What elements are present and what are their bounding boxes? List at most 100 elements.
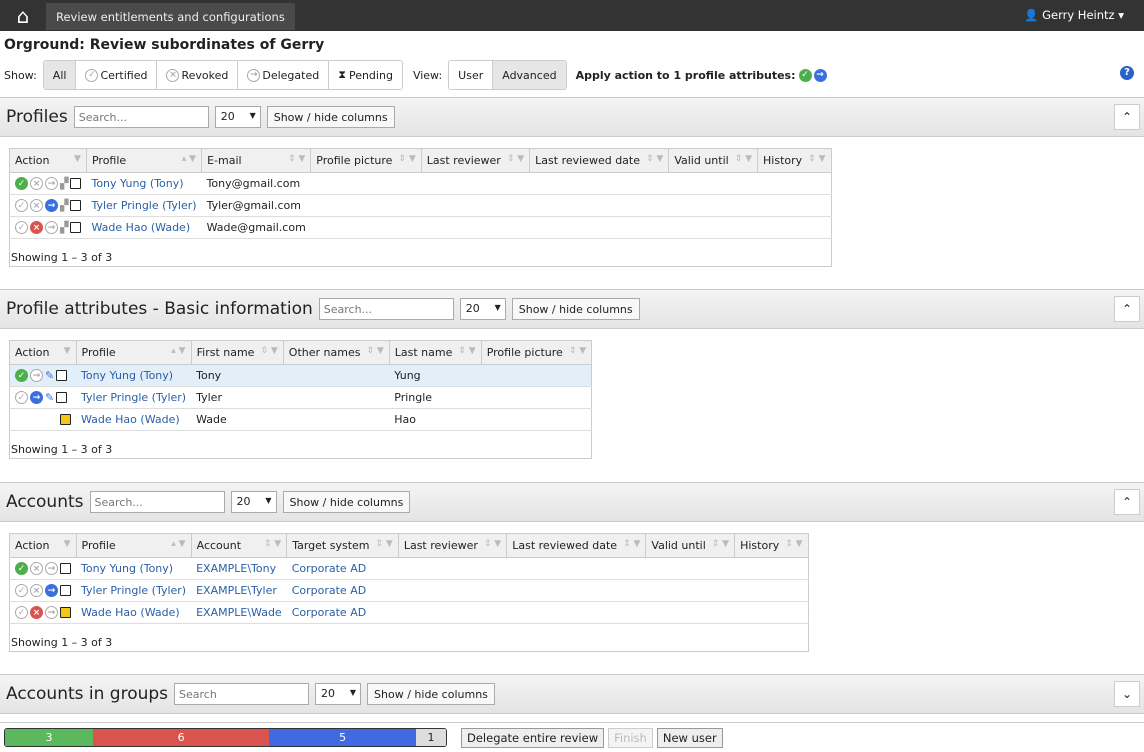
page-size-select[interactable]: 20	[231, 491, 277, 513]
link[interactable]: EXAMPLE\Tyler	[196, 584, 277, 597]
sort-filter-icon[interactable]: ⇕ ▼	[569, 346, 586, 356]
delegate-icon[interactable]: →	[45, 221, 58, 234]
delegate-all-icon[interactable]: →	[814, 69, 827, 82]
column-other-names[interactable]: Other names⇕ ▼	[283, 341, 389, 365]
delegate-icon[interactable]: →	[45, 177, 58, 190]
note-icon[interactable]	[70, 200, 81, 211]
sort-filter-icon[interactable]: ▼	[64, 346, 71, 356]
finish-button[interactable]: Finish	[608, 728, 653, 748]
table-row[interactable]: ✓×→Tyler Pringle (Tyler)EXAMPLE\TylerCor…	[10, 580, 809, 602]
search-input[interactable]: Search...	[319, 298, 454, 320]
sort-filter-icon[interactable]: ⇕ ▼	[507, 154, 524, 164]
cell-profile[interactable]: Wade Hao (Wade)	[76, 409, 191, 431]
filter-delegated[interactable]: →Delegated	[238, 61, 329, 89]
certify-icon[interactable]: ✓	[15, 391, 28, 404]
nav-tab-review[interactable]: Review entitlements and configurations	[46, 3, 295, 30]
sort-filter-icon[interactable]: ⇕ ▼	[376, 539, 393, 549]
show-hide-columns-button[interactable]: Show / hide columns	[367, 683, 495, 705]
column-valid-until[interactable]: Valid until⇕ ▼	[646, 534, 735, 558]
table-row[interactable]: ✓×→▞Tyler Pringle (Tyler)Tyler@gmail.com	[10, 195, 832, 217]
revoke-icon[interactable]: ×	[30, 177, 43, 190]
table-row[interactable]: ✓×→▞Tony Yung (Tony)Tony@gmail.com	[10, 173, 832, 195]
note-icon[interactable]	[60, 414, 71, 425]
revoke-icon[interactable]: ×	[30, 562, 43, 575]
sort-filter-icon[interactable]: ▴ ▼	[171, 539, 185, 549]
certify-icon[interactable]: ✓	[15, 562, 28, 575]
cell-profile[interactable]: Tony Yung (Tony)	[76, 558, 191, 580]
edit-icon[interactable]: ✎	[45, 369, 54, 382]
page-size-select[interactable]: 20	[315, 683, 361, 705]
column-history[interactable]: History⇕ ▼	[758, 149, 831, 173]
filter-pending[interactable]: ⧗Pending	[329, 61, 402, 89]
table-row[interactable]: ✓→✎Tyler Pringle (Tyler)TylerPringle	[10, 387, 592, 409]
column-account[interactable]: Account⇕ ▼	[191, 534, 287, 558]
page-size-select[interactable]: 20	[460, 298, 506, 320]
column-target-system[interactable]: Target system⇕ ▼	[287, 534, 399, 558]
link[interactable]: EXAMPLE\Tony	[196, 562, 276, 575]
search-input[interactable]: Search...	[74, 106, 209, 128]
link[interactable]: Corporate AD	[292, 606, 366, 619]
link[interactable]: Tony Yung (Tony)	[91, 177, 183, 190]
search-input[interactable]: Search...	[90, 491, 225, 513]
sort-filter-icon[interactable]: ⇕ ▼	[264, 539, 281, 549]
sort-filter-icon[interactable]: ⇕ ▼	[808, 154, 825, 164]
column-last-reviewer[interactable]: Last reviewer⇕ ▼	[398, 534, 506, 558]
page-size-select[interactable]: 20	[215, 106, 261, 128]
table-row[interactable]: ✓×→Wade Hao (Wade)EXAMPLE\WadeCorporate …	[10, 602, 809, 624]
column-last-reviewer[interactable]: Last reviewer⇕ ▼	[421, 149, 529, 173]
cell-profile[interactable]: Tyler Pringle (Tyler)	[76, 387, 191, 409]
sort-filter-icon[interactable]: ▼	[74, 154, 81, 164]
certify-icon[interactable]: ✓	[15, 584, 28, 597]
link[interactable]: Wade Hao (Wade)	[81, 606, 180, 619]
cell-profile[interactable]: Tyler Pringle (Tyler)	[86, 195, 201, 217]
edit-icon[interactable]: ✎	[45, 391, 54, 404]
link[interactable]: Corporate AD	[292, 584, 366, 597]
collapse-button[interactable]: ⌃	[1114, 104, 1140, 130]
column-last-reviewed-date[interactable]: Last reviewed date⇕ ▼	[507, 534, 646, 558]
sort-filter-icon[interactable]: ⇕ ▼	[623, 539, 640, 549]
cell-target-system[interactable]: Corporate AD	[287, 602, 399, 624]
filter-certified[interactable]: ✓Certified	[76, 61, 157, 89]
column-e-mail[interactable]: E-mail⇕ ▼	[202, 149, 311, 173]
delegate-icon[interactable]: →	[45, 606, 58, 619]
column-history[interactable]: History⇕ ▼	[735, 534, 808, 558]
cell-account[interactable]: EXAMPLE\Wade	[191, 602, 287, 624]
column-profile-picture[interactable]: Profile picture⇕ ▼	[481, 341, 591, 365]
column-profile[interactable]: Profile▴ ▼	[76, 341, 191, 365]
user-menu[interactable]: 👤 Gerry Heintz ▾	[1024, 8, 1124, 22]
note-icon[interactable]	[60, 563, 71, 574]
link[interactable]: Tony Yung (Tony)	[81, 562, 173, 575]
table-row[interactable]: ✓×→▞Wade Hao (Wade)Wade@gmail.com	[10, 217, 832, 239]
delegate-icon[interactable]: →	[45, 199, 58, 212]
delegate-review-button[interactable]: Delegate entire review	[461, 728, 604, 748]
column-last-name[interactable]: Last name⇕ ▼	[389, 341, 481, 365]
cell-profile[interactable]: Tyler Pringle (Tyler)	[76, 580, 191, 602]
delegate-icon[interactable]: →	[30, 369, 43, 382]
view-advanced[interactable]: Advanced	[493, 61, 565, 89]
cell-profile[interactable]: Tony Yung (Tony)	[86, 173, 201, 195]
note-icon[interactable]	[56, 392, 67, 403]
certify-icon[interactable]: ✓	[15, 177, 28, 190]
delegate-icon[interactable]: →	[45, 562, 58, 575]
cell-target-system[interactable]: Corporate AD	[287, 558, 399, 580]
revoke-icon[interactable]: ×	[30, 584, 43, 597]
hierarchy-icon[interactable]: ▞	[60, 177, 68, 190]
sort-filter-icon[interactable]: ⇕ ▼	[458, 346, 475, 356]
sort-filter-icon[interactable]: ⇕ ▼	[646, 154, 663, 164]
link[interactable]: Wade Hao (Wade)	[81, 413, 180, 426]
revoke-icon[interactable]: ×	[30, 221, 43, 234]
column-action[interactable]: Action ▼	[10, 341, 77, 365]
revoke-icon[interactable]: ×	[30, 606, 43, 619]
cell-profile[interactable]: Tony Yung (Tony)	[76, 365, 191, 387]
certify-icon[interactable]: ✓	[15, 369, 28, 382]
column-profile-picture[interactable]: Profile picture⇕ ▼	[311, 149, 421, 173]
sort-filter-icon[interactable]: ⇕ ▼	[260, 346, 277, 356]
link[interactable]: EXAMPLE\Wade	[196, 606, 282, 619]
hierarchy-icon[interactable]: ▞	[60, 221, 68, 234]
link[interactable]: Tyler Pringle (Tyler)	[81, 391, 186, 404]
column-valid-until[interactable]: Valid until⇕ ▼	[669, 149, 758, 173]
cell-target-system[interactable]: Corporate AD	[287, 580, 399, 602]
search-input[interactable]: Search	[174, 683, 309, 705]
sort-filter-icon[interactable]: ▴ ▼	[182, 154, 196, 164]
certify-icon[interactable]: ✓	[15, 221, 28, 234]
